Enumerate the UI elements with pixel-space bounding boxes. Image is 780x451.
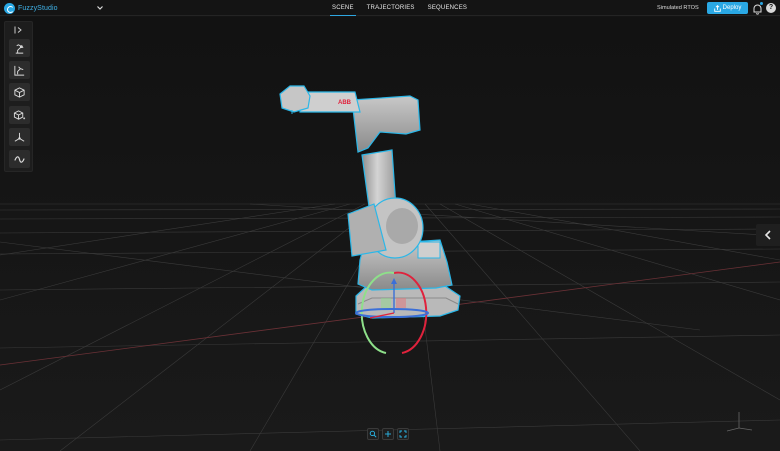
robot-brand-marking: ABB <box>338 100 352 106</box>
deploy-label: Deploy <box>722 5 742 11</box>
left-toolbar <box>4 21 33 172</box>
wave-path-icon <box>14 155 25 163</box>
expand-panel-icon[interactable] <box>14 26 24 34</box>
zoom-fit-icon <box>369 430 377 438</box>
chevron-down-icon[interactable] <box>95 3 105 13</box>
app-root: FuzzyStudio SCENE TRAJECTORIES SEQUENCES… <box>0 0 780 451</box>
runtime-status[interactable]: Simulated RTOS <box>657 0 699 16</box>
tab-scene[interactable]: SCENE <box>330 0 356 16</box>
add-button[interactable] <box>382 428 394 440</box>
deploy-button[interactable]: Deploy <box>707 2 748 14</box>
zoom-fit-button[interactable] <box>367 428 379 440</box>
tab-trajectories[interactable]: TRAJECTORIES <box>365 0 417 16</box>
tool-robot-arm-button[interactable] <box>9 39 30 57</box>
fuzzy-logo-icon <box>4 2 15 14</box>
cube-icon <box>14 86 25 98</box>
scene-viewport[interactable]: ABB <box>0 17 780 451</box>
tool-cube-plus-button[interactable] <box>9 106 30 124</box>
robot-arm-icon <box>15 43 24 54</box>
tool-robot-scene-button[interactable] <box>9 61 30 79</box>
tab-sequences[interactable]: SEQUENCES <box>426 0 469 16</box>
top-bar: FuzzyStudio SCENE TRAJECTORIES SEQUENCES… <box>0 0 780 16</box>
tool-wave-path-button[interactable] <box>9 150 30 168</box>
notifications-button[interactable] <box>752 2 763 15</box>
brand-name: FuzzyStudio <box>18 4 58 12</box>
expand-view-button[interactable] <box>397 428 409 440</box>
app-logo[interactable]: FuzzyStudio <box>4 2 58 14</box>
viewport-controls <box>367 428 412 441</box>
right-panel-toggle[interactable] <box>756 224 780 246</box>
add-icon <box>385 431 391 437</box>
deploy-icon <box>713 4 721 12</box>
help-button[interactable]: ? <box>766 3 776 13</box>
robot-scene-icon <box>14 65 25 76</box>
expand-icon <box>399 430 407 438</box>
frame-axes-icon <box>14 132 25 142</box>
main-nav: SCENE TRAJECTORIES SEQUENCES <box>330 0 469 16</box>
tool-cube-button[interactable] <box>9 83 30 101</box>
tool-frame-axes-button[interactable] <box>9 128 30 146</box>
notification-badge <box>760 2 763 5</box>
chevron-left-icon <box>764 230 771 240</box>
cube-plus-icon <box>13 109 26 120</box>
scene-canvas[interactable]: ABB <box>0 17 780 451</box>
